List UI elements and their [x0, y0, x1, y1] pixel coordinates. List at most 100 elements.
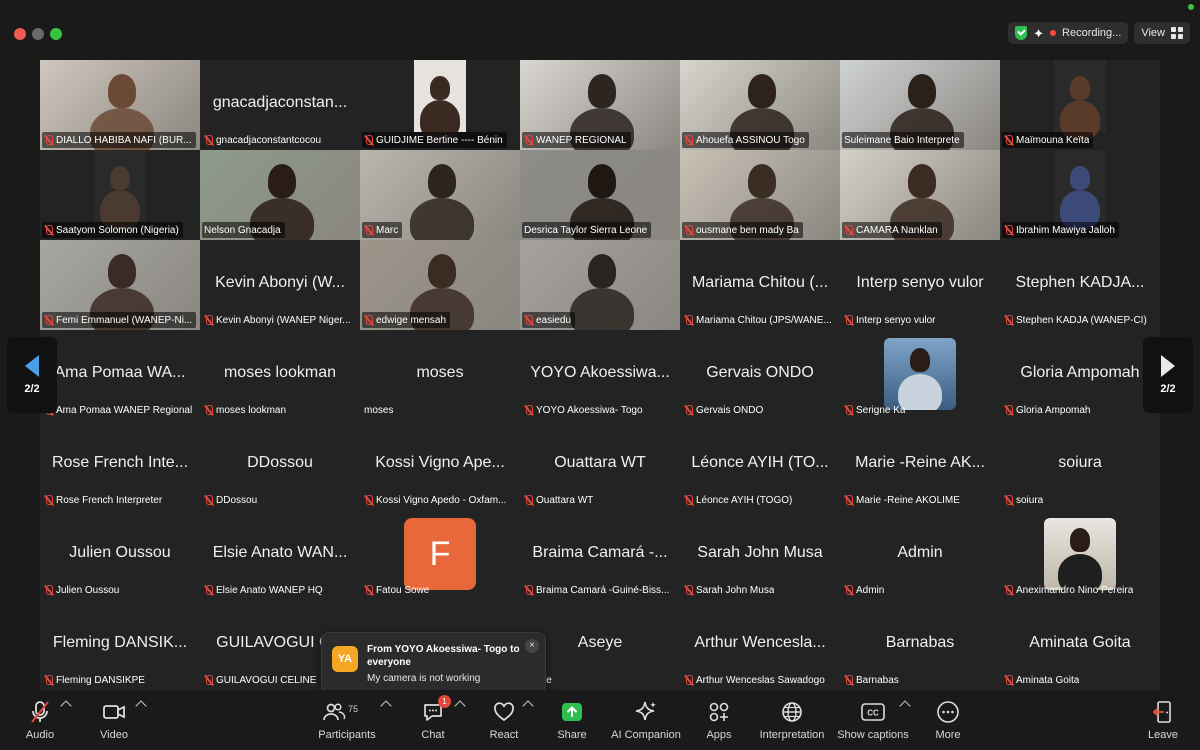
zoom-window-button[interactable]	[50, 28, 62, 40]
participant-name: Aminata Goita	[1016, 674, 1080, 686]
participant-tile[interactable]: Kossi Vigno Ape... Kossi Vigno Apedo - Ox…	[360, 420, 520, 510]
participant-tile[interactable]: Marc	[360, 150, 520, 240]
mic-muted-icon	[844, 674, 853, 686]
participant-tile[interactable]: Maïmouna Keïta	[1000, 60, 1160, 150]
participant-tile[interactable]: Barnabas Barnabas	[840, 600, 1000, 690]
participant-tile[interactable]: Ahouefa ASSINOU Togo	[680, 60, 840, 150]
participant-tile[interactable]: ousmane ben mady Ba	[680, 150, 840, 240]
participant-tile[interactable]: Gloria Ampomah Gloria Ampomah	[1000, 330, 1160, 420]
share-button[interactable]: Share	[555, 694, 589, 746]
interpretation-button[interactable]: Interpretation	[758, 694, 826, 746]
participant-tile[interactable]: Léonce AYIH (TO... Léonce AYIH (TOGO)	[680, 420, 840, 510]
leave-button[interactable]: Leave	[1146, 694, 1180, 746]
close-notification-button[interactable]: ×	[525, 639, 539, 653]
participants-options-caret[interactable]	[380, 700, 392, 712]
participant-tile[interactable]: soiura soiura	[1000, 420, 1160, 510]
video-options-caret[interactable]	[135, 700, 147, 712]
participant-name-label: Mariama Chitou (JPS/WANE...	[682, 312, 836, 328]
ai-companion-button[interactable]: AI Companion	[610, 694, 682, 746]
participant-display-name: Aminata Goita	[1029, 634, 1131, 651]
audio-label: Audio	[25, 728, 55, 741]
mic-muted-icon	[364, 494, 373, 506]
more-button[interactable]: More	[932, 694, 964, 746]
mic-muted-icon	[1004, 134, 1013, 146]
chat-notification[interactable]: YA From YOYO Akoessiwa- Togo to everyone…	[321, 632, 546, 694]
participant-tile[interactable]: Admin Admin	[840, 510, 1000, 600]
participant-name: Gervais ONDO	[696, 404, 764, 416]
participant-tile[interactable]: Femi Emmanuel (WANEP-Ni...	[40, 240, 200, 330]
participant-name: WANEP REGIONAL	[536, 134, 627, 146]
participant-tile[interactable]: moses moses	[360, 330, 520, 420]
participant-tile[interactable]: DDossou DDossou	[200, 420, 360, 510]
participant-name: Kevin Abonyi (WANEP Niger...	[216, 314, 351, 326]
share-screen-icon	[560, 700, 584, 724]
participant-tile[interactable]: Rose French Inte... Rose French Interpret…	[40, 420, 200, 510]
page-indicator-right: 2/2	[1160, 383, 1176, 395]
minimize-window-button[interactable]	[32, 28, 44, 40]
mic-muted-icon	[204, 674, 213, 686]
react-options-caret[interactable]	[522, 700, 534, 712]
participant-tile[interactable]: Ouattara WT Ouattara WT	[520, 420, 680, 510]
participant-name-label: Kevin Abonyi (WANEP Niger...	[202, 312, 355, 328]
participant-tile[interactable]: Suleimane Baio Interprete	[840, 60, 1000, 150]
next-page-button[interactable]: 2/2	[1143, 337, 1193, 413]
audio-options-caret[interactable]	[60, 700, 72, 712]
participant-name-label: WANEP REGIONAL	[522, 132, 631, 148]
mic-muted-icon	[844, 314, 853, 326]
mic-muted-icon	[684, 494, 693, 506]
participant-tile[interactable]: edwige mensah	[360, 240, 520, 330]
participant-tile[interactable]: Fleming DANSIK... Fleming DANSIKPE	[40, 600, 200, 690]
video-button[interactable]: Video	[96, 694, 132, 746]
chat-button[interactable]: 1 Chat	[418, 694, 451, 746]
participant-tile[interactable]: Stephen KADJA... Stephen KADJA (WANEP-CI)	[1000, 240, 1160, 330]
participant-tile[interactable]: Elsie Anato WAN... Elsie Anato WANEP HQ	[200, 510, 360, 600]
participant-tile[interactable]: DIALLO HABIBA NAFI (BUR...	[40, 60, 200, 150]
participant-tile[interactable]: Mariama Chitou (... Mariama Chitou (JPS/W…	[680, 240, 840, 330]
participant-tile[interactable]: F Fatou Sowe	[360, 510, 520, 600]
chat-options-caret[interactable]	[454, 700, 466, 712]
participant-name: GUIDJIME Bertine ---- Bénin	[376, 134, 503, 146]
participant-display-name: moses	[416, 364, 464, 381]
participant-name: Admin	[856, 584, 885, 596]
participant-name-label: Gloria Ampomah	[1002, 402, 1094, 418]
participant-tile[interactable]: YOYO Akoessiwa... YOYO Akoessiwa- Togo	[520, 330, 680, 420]
participant-tile[interactable]: gnacadjaconstan... gnacadjaconstantcocou	[200, 60, 360, 150]
show-captions-button[interactable]: CC Show captions	[837, 694, 909, 746]
participant-tile[interactable]: Interp senyo vulor Interp senyo vulor	[840, 240, 1000, 330]
audio-button[interactable]: Audio	[22, 694, 58, 746]
participant-name-label: Stephen KADJA (WANEP-CI)	[1002, 312, 1151, 328]
previous-page-button[interactable]: 2/2	[7, 337, 57, 413]
meeting-info-pill[interactable]: ✦ Recording...	[1008, 22, 1129, 44]
participants-button[interactable]: 75 Participants	[316, 694, 378, 746]
participant-display-name: Mariama Chitou (...	[691, 274, 829, 291]
close-window-button[interactable]	[14, 28, 26, 40]
participant-tile[interactable]: Marie -Reine AK... Marie -Reine AKOLIME	[840, 420, 1000, 510]
participant-tile[interactable]: Saatyom Solomon (Nigeria)	[40, 150, 200, 240]
participant-name: Fatou Sowe	[376, 584, 430, 596]
participant-tile[interactable]: Aminata Goita Aminata Goita	[1000, 600, 1160, 690]
participant-tile[interactable]: Braima Camará -... Braima Camará -Guiné-B…	[520, 510, 680, 600]
participant-tile[interactable]: Nelson Gnacadja	[200, 150, 360, 240]
apps-button[interactable]: Apps	[702, 694, 736, 746]
participant-tile[interactable]: Kevin Abonyi (W... Kevin Abonyi (WANEP Ni…	[200, 240, 360, 330]
view-button[interactable]: View	[1134, 22, 1190, 44]
participant-tile[interactable]: WANEP REGIONAL	[520, 60, 680, 150]
participant-tile[interactable]: GUIDJIME Bertine ---- Bénin	[360, 60, 520, 150]
participant-tile[interactable]: Ama Pomaa WA... Ama Pomaa WANEP Regional	[40, 330, 200, 420]
participant-tile[interactable]: Gervais ONDO Gervais ONDO	[680, 330, 840, 420]
react-button[interactable]: React	[488, 694, 520, 746]
participant-name-label: Elsie Anato WANEP HQ	[202, 582, 327, 598]
participant-tile[interactable]: Arthur Wencesla... Arthur Wenceslas Sawad…	[680, 600, 840, 690]
participant-name: gnacadjaconstantcocou	[216, 134, 322, 146]
participant-tile[interactable]: moses lookman moses lookman	[200, 330, 360, 420]
grid-view-icon	[1171, 27, 1183, 39]
participant-tile[interactable]: Aneximandro Nino Pereira	[1000, 510, 1160, 600]
participant-tile[interactable]: easiedu	[520, 240, 680, 330]
participant-tile[interactable]: Sarah John Musa Sarah John Musa	[680, 510, 840, 600]
participant-tile[interactable]: Desrica Taylor Sierra Leone	[520, 150, 680, 240]
participant-tile[interactable]: Ibrahim Mawiya Jalloh	[1000, 150, 1160, 240]
participant-tile[interactable]: Julien Oussou Julien Oussou	[40, 510, 200, 600]
participant-tile[interactable]: Serigne Ka	[840, 330, 1000, 420]
participant-display-name: YOYO Akoessiwa...	[530, 364, 670, 381]
participant-tile[interactable]: CAMARA Nanklan	[840, 150, 1000, 240]
